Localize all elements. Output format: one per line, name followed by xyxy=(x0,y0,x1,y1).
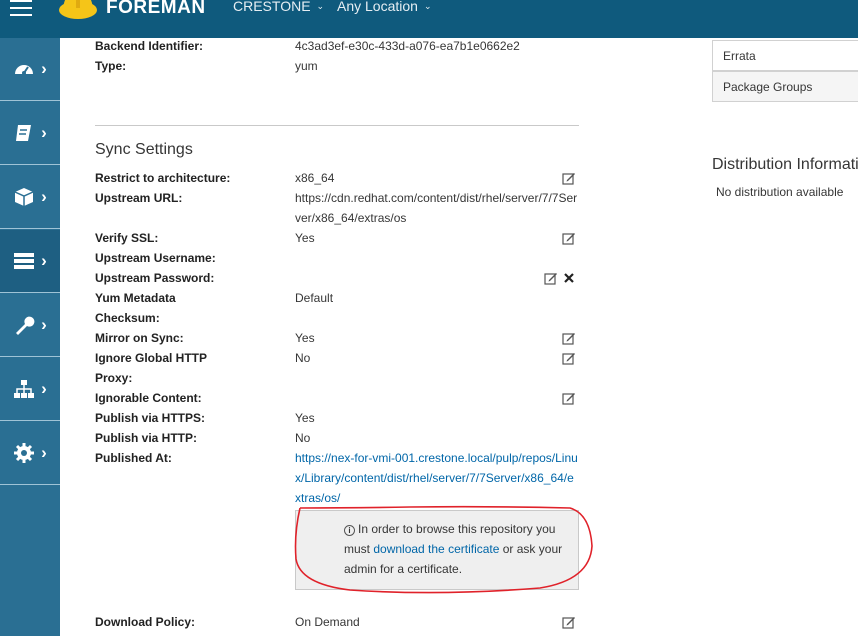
hamburger-menu-icon[interactable] xyxy=(10,0,32,18)
organization-label: CRESTONE xyxy=(233,0,311,14)
brand-name[interactable]: FOREMAN xyxy=(106,0,206,19)
nav-item-monitor[interactable]: › xyxy=(0,38,60,101)
red-annotation-circle xyxy=(294,505,593,594)
chevron-right-icon: › xyxy=(41,123,47,142)
nav-item-administer[interactable]: › xyxy=(0,422,60,485)
chevron-right-icon: › xyxy=(41,443,47,462)
nav-item-hosts[interactable]: › xyxy=(0,166,60,229)
vertical-nav: › › › › › › › xyxy=(0,38,60,636)
setting-label: Download Policy: xyxy=(95,615,196,629)
setting-value: Yes xyxy=(295,411,315,425)
section-divider xyxy=(95,125,579,126)
setting-label: Ignorable Content: xyxy=(95,391,202,405)
nav-item-configure[interactable]: › xyxy=(0,230,60,293)
table-row-package-groups[interactable]: Package Groups xyxy=(712,71,858,102)
location-switcher[interactable]: Any Location ⌄ xyxy=(337,0,432,14)
setting-label: Restrict to architecture: xyxy=(95,171,231,185)
table-row-errata[interactable]: Errata xyxy=(712,40,858,71)
setting-label: Yum Metadata Checksum: xyxy=(95,291,176,325)
chevron-right-icon: › xyxy=(41,187,47,206)
distribution-info-title: Distribution Information xyxy=(712,156,858,173)
dashboard-gauge-icon xyxy=(15,65,34,75)
setting-label: Verify SSL: xyxy=(95,231,159,245)
gear-icon xyxy=(14,443,35,463)
setting-label: Publish via HTTPS: xyxy=(95,411,206,425)
backend-identifier-label: Backend Identifier: xyxy=(95,39,204,53)
setting-label: Published At: xyxy=(95,451,172,465)
edit-icon[interactable] xyxy=(562,331,576,345)
chevron-down-icon: ⌄ xyxy=(423,1,432,11)
distribution-info-text: No distribution available xyxy=(716,185,844,199)
cube-icon xyxy=(14,188,34,206)
setting-label: Upstream Username: xyxy=(95,251,216,265)
package-groups-label: Package Groups xyxy=(723,80,813,94)
setting-value: No xyxy=(295,351,311,365)
edit-icon[interactable] xyxy=(544,271,558,285)
book-icon xyxy=(16,125,32,141)
edit-icon[interactable] xyxy=(562,231,576,245)
edit-icon[interactable] xyxy=(562,615,576,629)
foreman-helmet-logo[interactable] xyxy=(58,0,98,20)
type-label: Type: xyxy=(95,59,127,73)
chevron-right-icon: › xyxy=(41,315,47,334)
setting-label: Publish via HTTP: xyxy=(95,431,198,445)
setting-value: x86_64 xyxy=(295,171,335,185)
wrench-icon xyxy=(16,316,35,335)
server-stack-icon xyxy=(14,253,35,269)
backend-identifier-value: 4c3ad3ef-e30c-433d-a076-ea7b1e0662e2 xyxy=(295,39,520,53)
edit-icon[interactable] xyxy=(562,391,576,405)
location-label: Any Location xyxy=(337,0,418,14)
published-at-link[interactable]: https://nex-for-vmi-001.crestone.local/p… xyxy=(295,448,579,508)
sync-settings-title: Sync Settings xyxy=(95,141,193,158)
setting-label: Upstream URL: xyxy=(95,191,183,205)
chevron-right-icon: › xyxy=(41,379,47,398)
setting-value: Yes xyxy=(295,231,315,245)
type-value: yum xyxy=(295,59,318,73)
setting-label: Upstream Password: xyxy=(95,271,215,285)
setting-label: Mirror on Sync: xyxy=(95,331,184,345)
edit-icon[interactable] xyxy=(562,171,576,185)
setting-value: On Demand xyxy=(295,615,360,629)
edit-icon[interactable] xyxy=(562,351,576,365)
setting-value: No xyxy=(295,431,311,445)
chevron-right-icon: › xyxy=(41,251,47,270)
nav-item-content[interactable]: › xyxy=(0,102,60,165)
top-navbar: FOREMAN CRESTONE ⌄ Any Location ⌄ xyxy=(0,0,858,38)
setting-value: Yes xyxy=(295,331,315,345)
sitemap-icon xyxy=(14,380,35,398)
chevron-down-icon: ⌄ xyxy=(316,1,325,11)
setting-label: Ignore Global HTTP Proxy: xyxy=(95,351,207,385)
errata-label: Errata xyxy=(723,49,756,63)
setting-value: https://cdn.redhat.com/content/dist/rhel… xyxy=(295,191,578,225)
setting-value: Default xyxy=(295,291,334,305)
clear-x-icon[interactable] xyxy=(562,271,576,285)
organization-switcher[interactable]: CRESTONE ⌄ xyxy=(233,0,324,14)
nav-item-infrastructure[interactable]: › xyxy=(0,294,60,357)
chevron-right-icon: › xyxy=(41,59,47,78)
nav-item-networks[interactable]: › xyxy=(0,358,60,421)
